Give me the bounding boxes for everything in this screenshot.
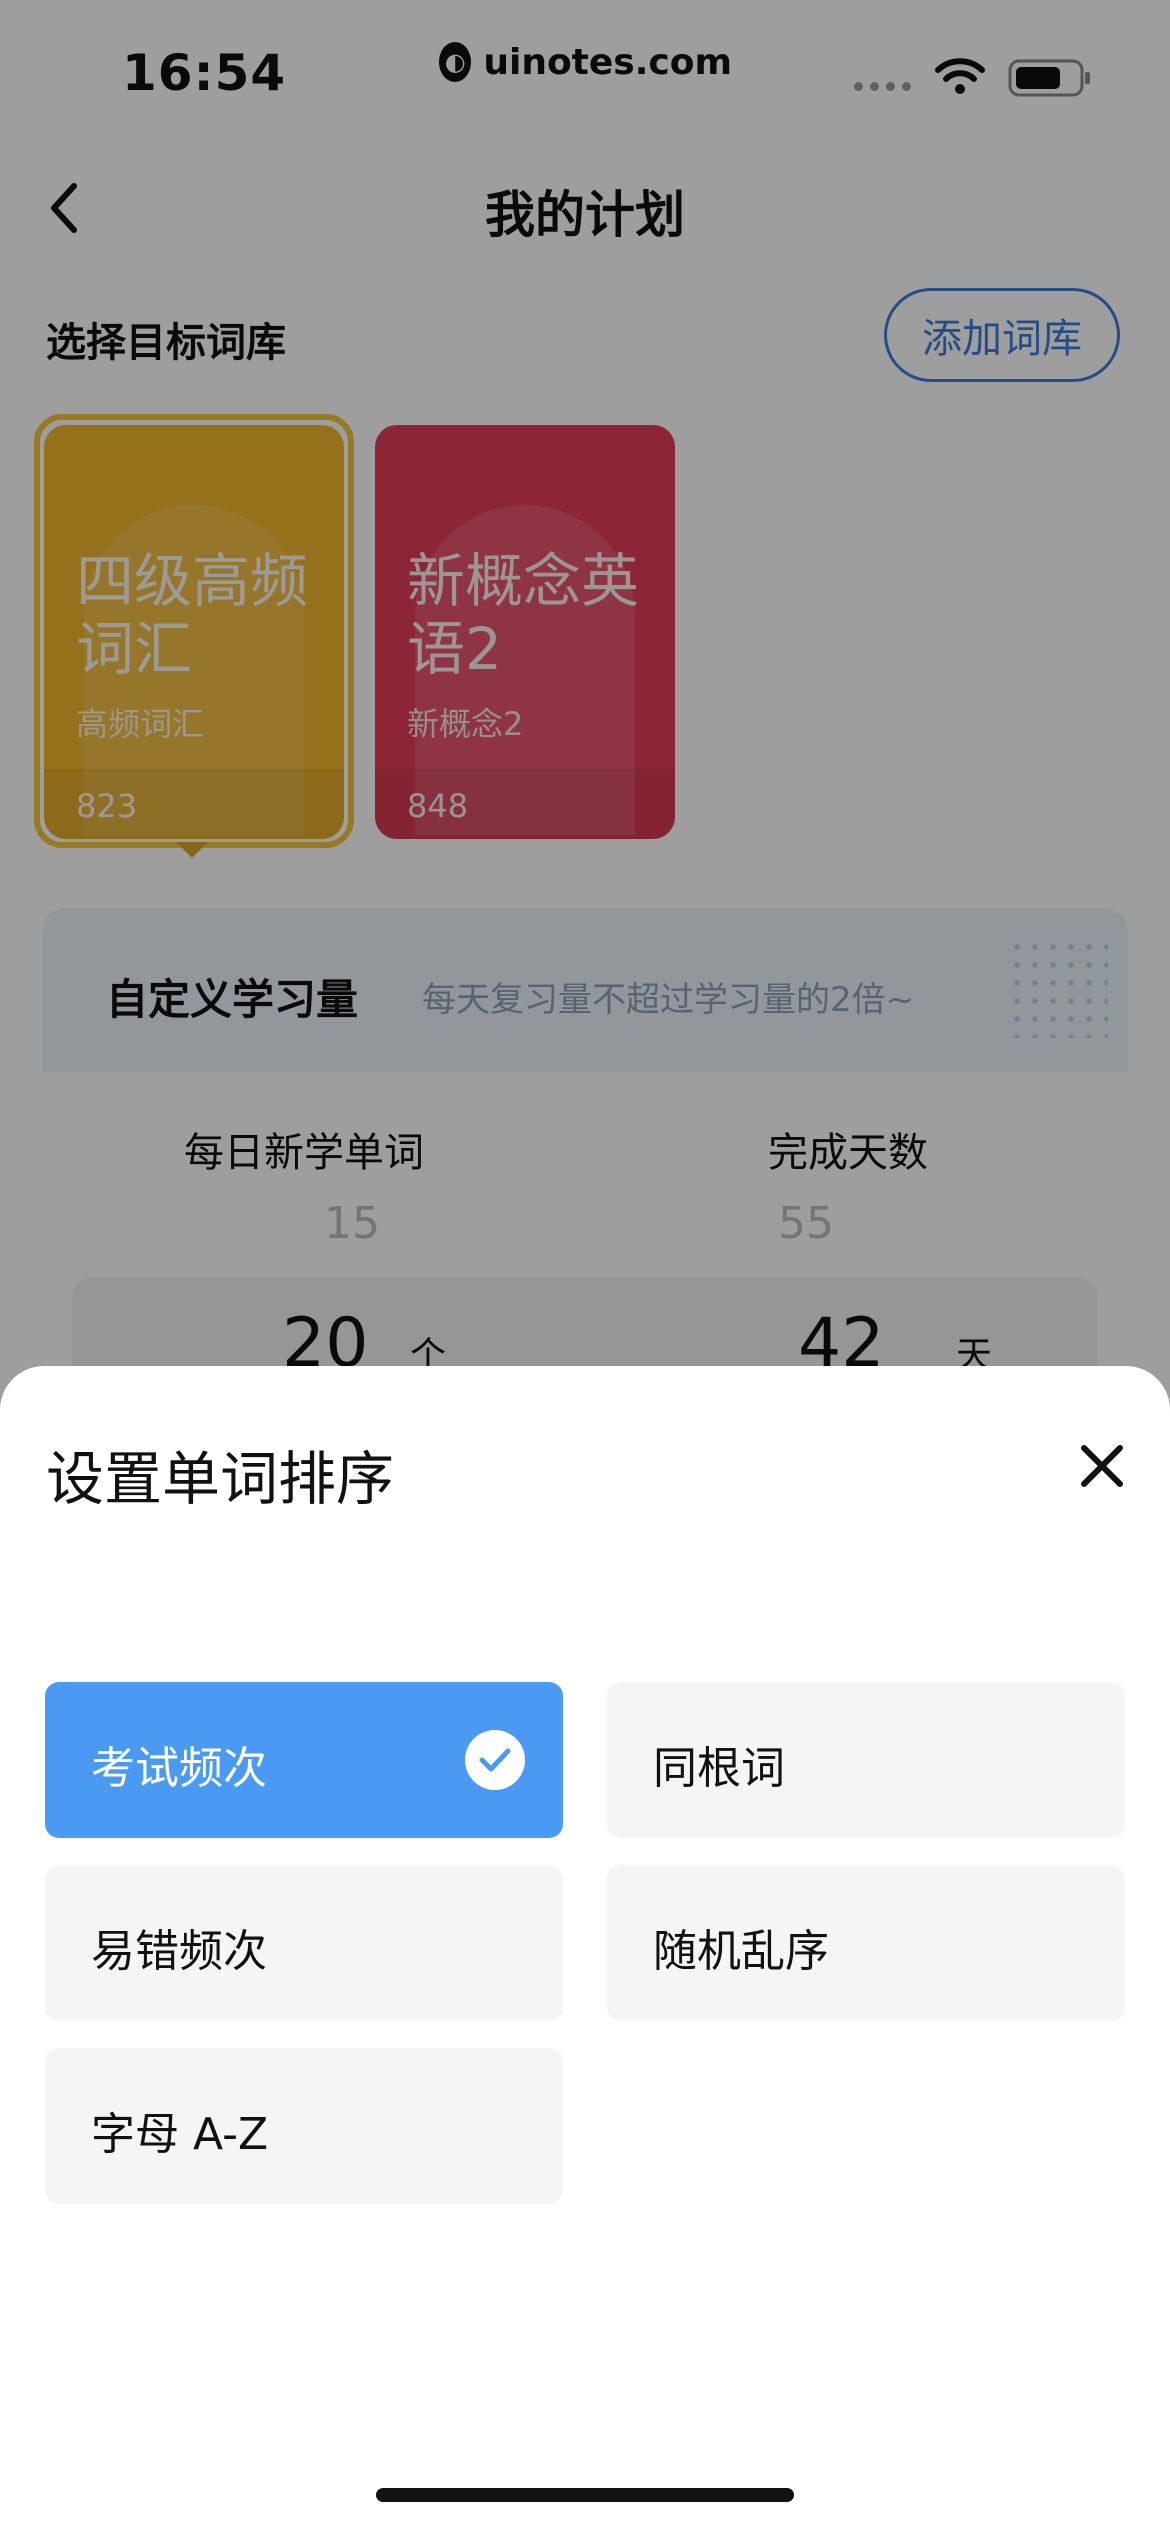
option-error-frequency[interactable]: 易错频次 bbox=[45, 1865, 563, 2021]
option-same-root[interactable]: 同根词 bbox=[607, 1682, 1125, 1838]
option-random[interactable]: 随机乱序 bbox=[607, 1865, 1125, 2021]
option-label: 同根词 bbox=[653, 1743, 785, 1794]
home-indicator bbox=[376, 2488, 794, 2502]
plan-page: 16:54 ◐ uinotes.com 我的计划 选择目标词库 添加词库 四级高… bbox=[0, 0, 1170, 2532]
option-label: 随机乱序 bbox=[653, 1926, 829, 1977]
option-exam-frequency[interactable]: 考试频次 bbox=[45, 1682, 563, 1838]
option-alphabetical[interactable]: 字母 A-Z bbox=[45, 2048, 563, 2204]
option-label: 考试频次 bbox=[91, 1743, 267, 1794]
check-icon bbox=[465, 1730, 525, 1790]
option-label: 易错频次 bbox=[91, 1926, 267, 1977]
sheet-title: 设置单词排序 bbox=[46, 1445, 395, 1513]
option-label: 字母 A-Z bbox=[91, 2109, 269, 2160]
close-icon[interactable] bbox=[1078, 1442, 1126, 1490]
word-order-sheet: 设置单词排序 考试频次 同根词 易错频次 随机乱序 字母 A-Z bbox=[0, 1366, 1170, 2532]
